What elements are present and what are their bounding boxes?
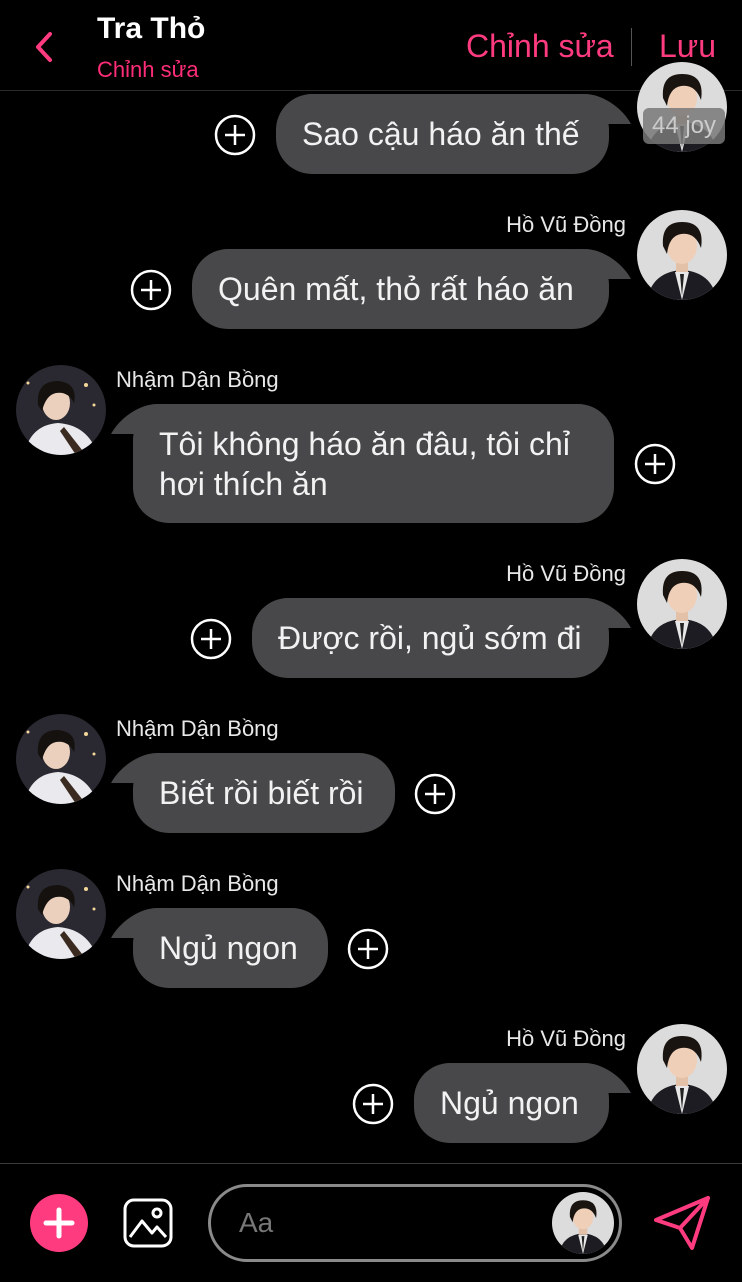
sender-name: Hồ Vũ Đồng	[506, 1026, 626, 1051]
add-reaction-icon[interactable]	[414, 773, 456, 815]
send-icon[interactable]	[652, 1194, 712, 1252]
message-text: Ngủ ngon	[440, 1085, 579, 1121]
add-reaction-icon[interactable]	[130, 269, 172, 311]
message-bubble[interactable]: Được rồi, ngủ sớm đi	[252, 598, 609, 678]
avatar-nham-dan-bong[interactable]	[16, 714, 106, 804]
message-text: Quên mất, thỏ rất háo ăn	[218, 271, 574, 307]
message-bubble[interactable]: Sao cậu háo ăn thế	[276, 94, 609, 174]
sender-name: Hồ Vũ Đồng	[506, 212, 626, 237]
chat-header: Tra Thỏ Chỉnh sửa Chỉnh sửa Lưu	[0, 0, 742, 91]
message-text: Biết rồi biết rồi	[159, 775, 364, 811]
add-reaction-icon[interactable]	[214, 114, 256, 156]
avatar-input-sender[interactable]	[552, 1192, 614, 1254]
chat-subtitle[interactable]: Chỉnh sửa	[97, 57, 199, 83]
message-bubble[interactable]: Ngủ ngon	[133, 908, 328, 988]
message-text: Tôi không háo ăn đâu, tôi chỉ hơi thích …	[159, 426, 570, 502]
message-bubble[interactable]: Ngủ ngon	[414, 1063, 609, 1143]
message-text: Được rồi, ngủ sớm đi	[278, 620, 582, 656]
avatar-ho-vu-dong[interactable]	[637, 210, 727, 300]
avatar-ho-vu-dong[interactable]	[637, 559, 727, 649]
avatar-nham-dan-bong[interactable]	[16, 365, 106, 455]
avatar-ho-vu-dong[interactable]	[637, 1024, 727, 1114]
sender-name: Nhậm Dận Bồng	[116, 716, 279, 741]
message-text: Ngủ ngon	[159, 930, 298, 966]
chat-title: Tra Thỏ	[97, 12, 206, 45]
add-reaction-icon[interactable]	[352, 1083, 394, 1125]
sender-name: Nhậm Dận Bồng	[116, 871, 279, 896]
image-icon[interactable]	[122, 1197, 174, 1249]
add-reaction-icon[interactable]	[190, 618, 232, 660]
message-composer	[0, 1163, 742, 1282]
edit-button[interactable]: Chỉnh sửa	[466, 28, 614, 65]
message-bubble[interactable]: Quên mất, thỏ rất háo ăn	[192, 249, 609, 329]
sender-name: Nhậm Dận Bồng	[116, 367, 279, 392]
message-bubble[interactable]: Biết rồi biết rồi	[133, 753, 395, 833]
avatar-nham-dan-bong[interactable]	[16, 869, 106, 959]
add-reaction-icon[interactable]	[634, 443, 676, 485]
badge-label: 44 joy	[643, 108, 725, 144]
sender-name: Hồ Vũ Đồng	[506, 561, 626, 586]
save-button[interactable]: Lưu	[659, 28, 716, 65]
message-bubble[interactable]: Tôi không háo ăn đâu, tôi chỉ hơi thích …	[133, 404, 614, 523]
message-text: Sao cậu háo ăn thế	[302, 116, 580, 152]
add-reaction-icon[interactable]	[347, 928, 389, 970]
header-divider	[631, 28, 632, 66]
back-chevron-icon[interactable]	[30, 30, 60, 64]
plus-icon[interactable]	[30, 1194, 88, 1252]
